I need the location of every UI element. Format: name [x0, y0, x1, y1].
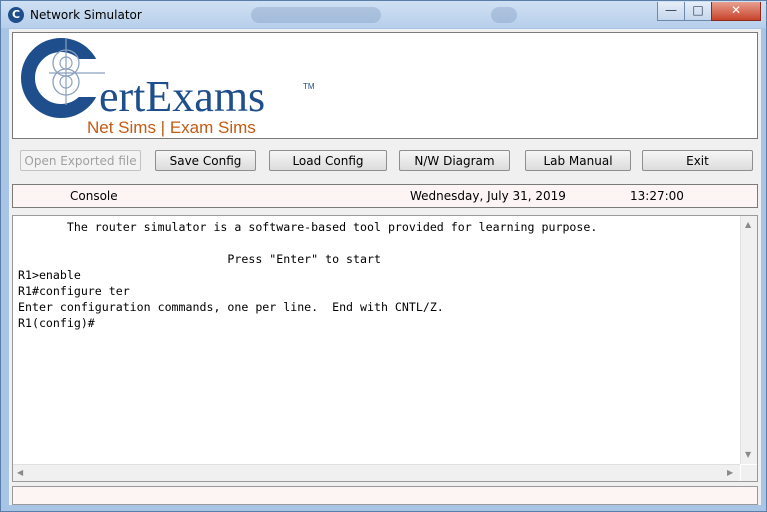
status-date: Wednesday, July 31, 2019 [410, 189, 566, 203]
close-button[interactable]: ✕ [711, 2, 761, 21]
scroll-left-icon[interactable]: ◀ [17, 468, 23, 477]
console-line: Press "Enter" to start [18, 252, 381, 266]
maximize-icon: □ [692, 3, 704, 17]
background-window-ghost [491, 7, 517, 23]
exit-button[interactable]: Exit [642, 150, 753, 171]
horizontal-scrollbar[interactable]: ◀ ▶ [13, 464, 740, 481]
maximize-button[interactable]: □ [684, 2, 712, 21]
load-config-button[interactable]: Load Config [269, 150, 387, 171]
scroll-down-icon[interactable]: ▼ [745, 450, 751, 459]
console-terminal[interactable]: The router simulator is a software-based… [12, 215, 758, 482]
certexams-logo: ertExams TM Net Sims | Exam Sims [21, 38, 315, 137]
console-output[interactable]: The router simulator is a software-based… [18, 219, 597, 331]
client-area: ertExams TM Net Sims | Exam Sims Open Ex… [9, 29, 761, 505]
certexams-c-icon: C [8, 7, 24, 23]
brand-wordmark: ertExams [99, 72, 265, 121]
network-diagram-button[interactable]: N/W Diagram [399, 150, 510, 171]
logo-panel: ertExams TM Net Sims | Exam Sims [12, 32, 758, 139]
scrollbar-corner [741, 465, 757, 481]
open-exported-file-button: Open Exported file [20, 150, 141, 171]
console-line: R1>enable [18, 268, 81, 282]
crosshair-c-logo-icon [21, 38, 108, 118]
close-icon: ✕ [730, 3, 742, 17]
status-bar: Console Wednesday, July 31, 2019 13:27:0… [12, 184, 758, 208]
lab-manual-button[interactable]: Lab Manual [525, 150, 631, 171]
title-bar[interactable]: C Network Simulator — □ ✕ [1, 1, 766, 28]
background-window-ghost [251, 7, 381, 23]
console-line: The router simulator is a software-based… [18, 220, 598, 234]
window-title: Network Simulator [30, 8, 142, 22]
vertical-scrollbar[interactable]: ▲ ▼ [740, 216, 757, 464]
scroll-up-icon[interactable]: ▲ [745, 220, 751, 229]
scroll-right-icon[interactable]: ▶ [727, 468, 733, 477]
console-line: R1#configure ter [18, 284, 130, 298]
console-line: R1(config)# [18, 316, 95, 330]
bottom-status-bar [12, 486, 758, 505]
minimize-icon: — [665, 3, 677, 17]
status-time: 13:27:00 [630, 189, 684, 203]
logo-tagline: Net Sims | Exam Sims [87, 118, 256, 137]
console-line: Enter configuration commands, one per li… [18, 300, 444, 314]
app-window: C Network Simulator — □ ✕ ertExams TM Ne… [0, 0, 767, 512]
trademark-mark: TM [303, 82, 315, 91]
console-label: Console [70, 189, 118, 203]
minimize-button[interactable]: — [657, 2, 685, 21]
save-config-button[interactable]: Save Config [155, 150, 256, 171]
